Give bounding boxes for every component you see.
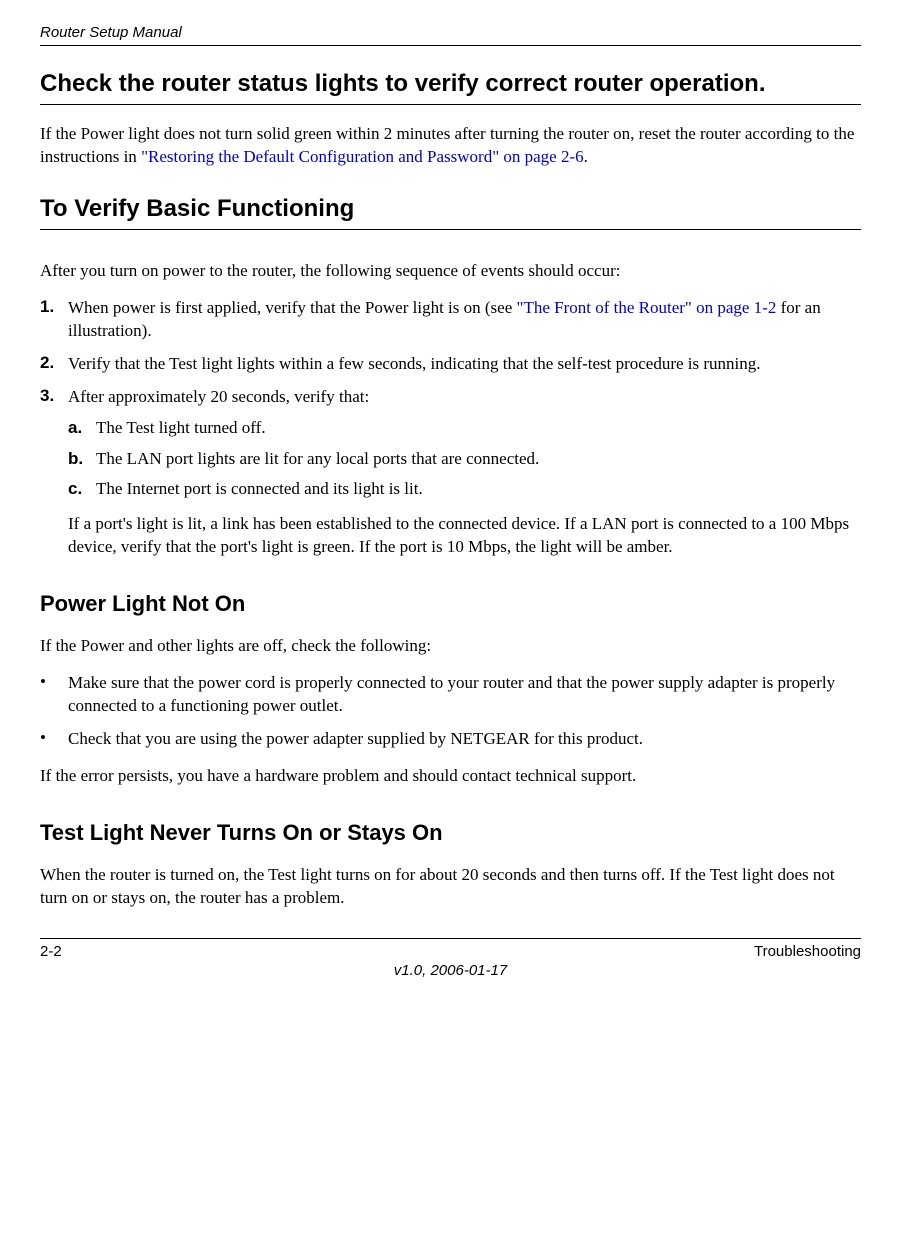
substep-content: The Internet port is connected and its l… — [96, 478, 861, 501]
paragraph-verify-intro: After you turn on power to the router, t… — [40, 260, 861, 283]
numbered-steps: 1. When power is first applied, verify t… — [40, 297, 861, 559]
step-item: 2. Verify that the Test light lights wit… — [40, 353, 861, 376]
heading-power-light: Power Light Not On — [40, 591, 861, 617]
page-header: Router Setup Manual — [40, 24, 861, 46]
link-front-of-router[interactable]: "The Front of the Router" on page 1-2 — [517, 298, 777, 317]
step-content: After approximately 20 seconds, verify t… — [68, 386, 861, 560]
step3-tail: If a port's light is lit, a link has bee… — [68, 513, 861, 559]
substep-content: The Test light turned off. — [96, 417, 861, 440]
header-title: Router Setup Manual — [40, 24, 182, 41]
paragraph-power-intro: If the Power and other lights are off, c… — [40, 635, 861, 658]
substep-item: b. The LAN port lights are lit for any l… — [68, 448, 861, 471]
bullet-marker: • — [40, 672, 68, 718]
footer-pagenum: 2-2 — [40, 943, 62, 960]
step3-text: After approximately 20 seconds, verify t… — [68, 387, 369, 406]
heading-check-status: Check the router status lights to verify… — [40, 70, 861, 105]
power-bullets: • Make sure that the power cord is prope… — [40, 672, 861, 751]
footer-version: v1.0, 2006-01-17 — [40, 962, 861, 979]
paragraph-status: If the Power light does not turn solid g… — [40, 123, 861, 169]
paragraph-test: When the router is turned on, the Test l… — [40, 864, 861, 910]
heading-test-light: Test Light Never Turns On or Stays On — [40, 820, 861, 846]
step-content: Verify that the Test light lights within… — [68, 353, 861, 376]
sub-steps: a. The Test light turned off. b. The LAN… — [68, 417, 861, 502]
step1-text-a: When power is first applied, verify that… — [68, 298, 517, 317]
step-marker: 3. — [40, 386, 68, 560]
substep-marker: c. — [68, 478, 96, 501]
page-footer: 2-2 Troubleshooting v1.0, 2006-01-17 — [40, 938, 861, 979]
footer-section: Troubleshooting — [754, 943, 861, 960]
bullet-marker: • — [40, 728, 68, 751]
heading-verify-basic: To Verify Basic Functioning — [40, 195, 861, 230]
step-item: 1. When power is first applied, verify t… — [40, 297, 861, 343]
step-item: 3. After approximately 20 seconds, verif… — [40, 386, 861, 560]
substep-content: The LAN port lights are lit for any loca… — [96, 448, 861, 471]
substep-item: a. The Test light turned off. — [68, 417, 861, 440]
footer-row: 2-2 Troubleshooting — [40, 943, 861, 960]
status-text-b: . — [584, 147, 588, 166]
step-marker: 2. — [40, 353, 68, 376]
bullet-content: Make sure that the power cord is properl… — [68, 672, 861, 718]
substep-item: c. The Internet port is connected and it… — [68, 478, 861, 501]
link-restoring-default[interactable]: "Restoring the Default Configuration and… — [141, 147, 584, 166]
paragraph-power-tail: If the error persists, you have a hardwa… — [40, 765, 861, 788]
substep-marker: b. — [68, 448, 96, 471]
substep-marker: a. — [68, 417, 96, 440]
step-content: When power is first applied, verify that… — [68, 297, 861, 343]
bullet-content: Check that you are using the power adapt… — [68, 728, 861, 751]
bullet-item: • Make sure that the power cord is prope… — [40, 672, 861, 718]
step-marker: 1. — [40, 297, 68, 343]
bullet-item: • Check that you are using the power ada… — [40, 728, 861, 751]
page-container: Router Setup Manual Check the router sta… — [0, 0, 901, 999]
